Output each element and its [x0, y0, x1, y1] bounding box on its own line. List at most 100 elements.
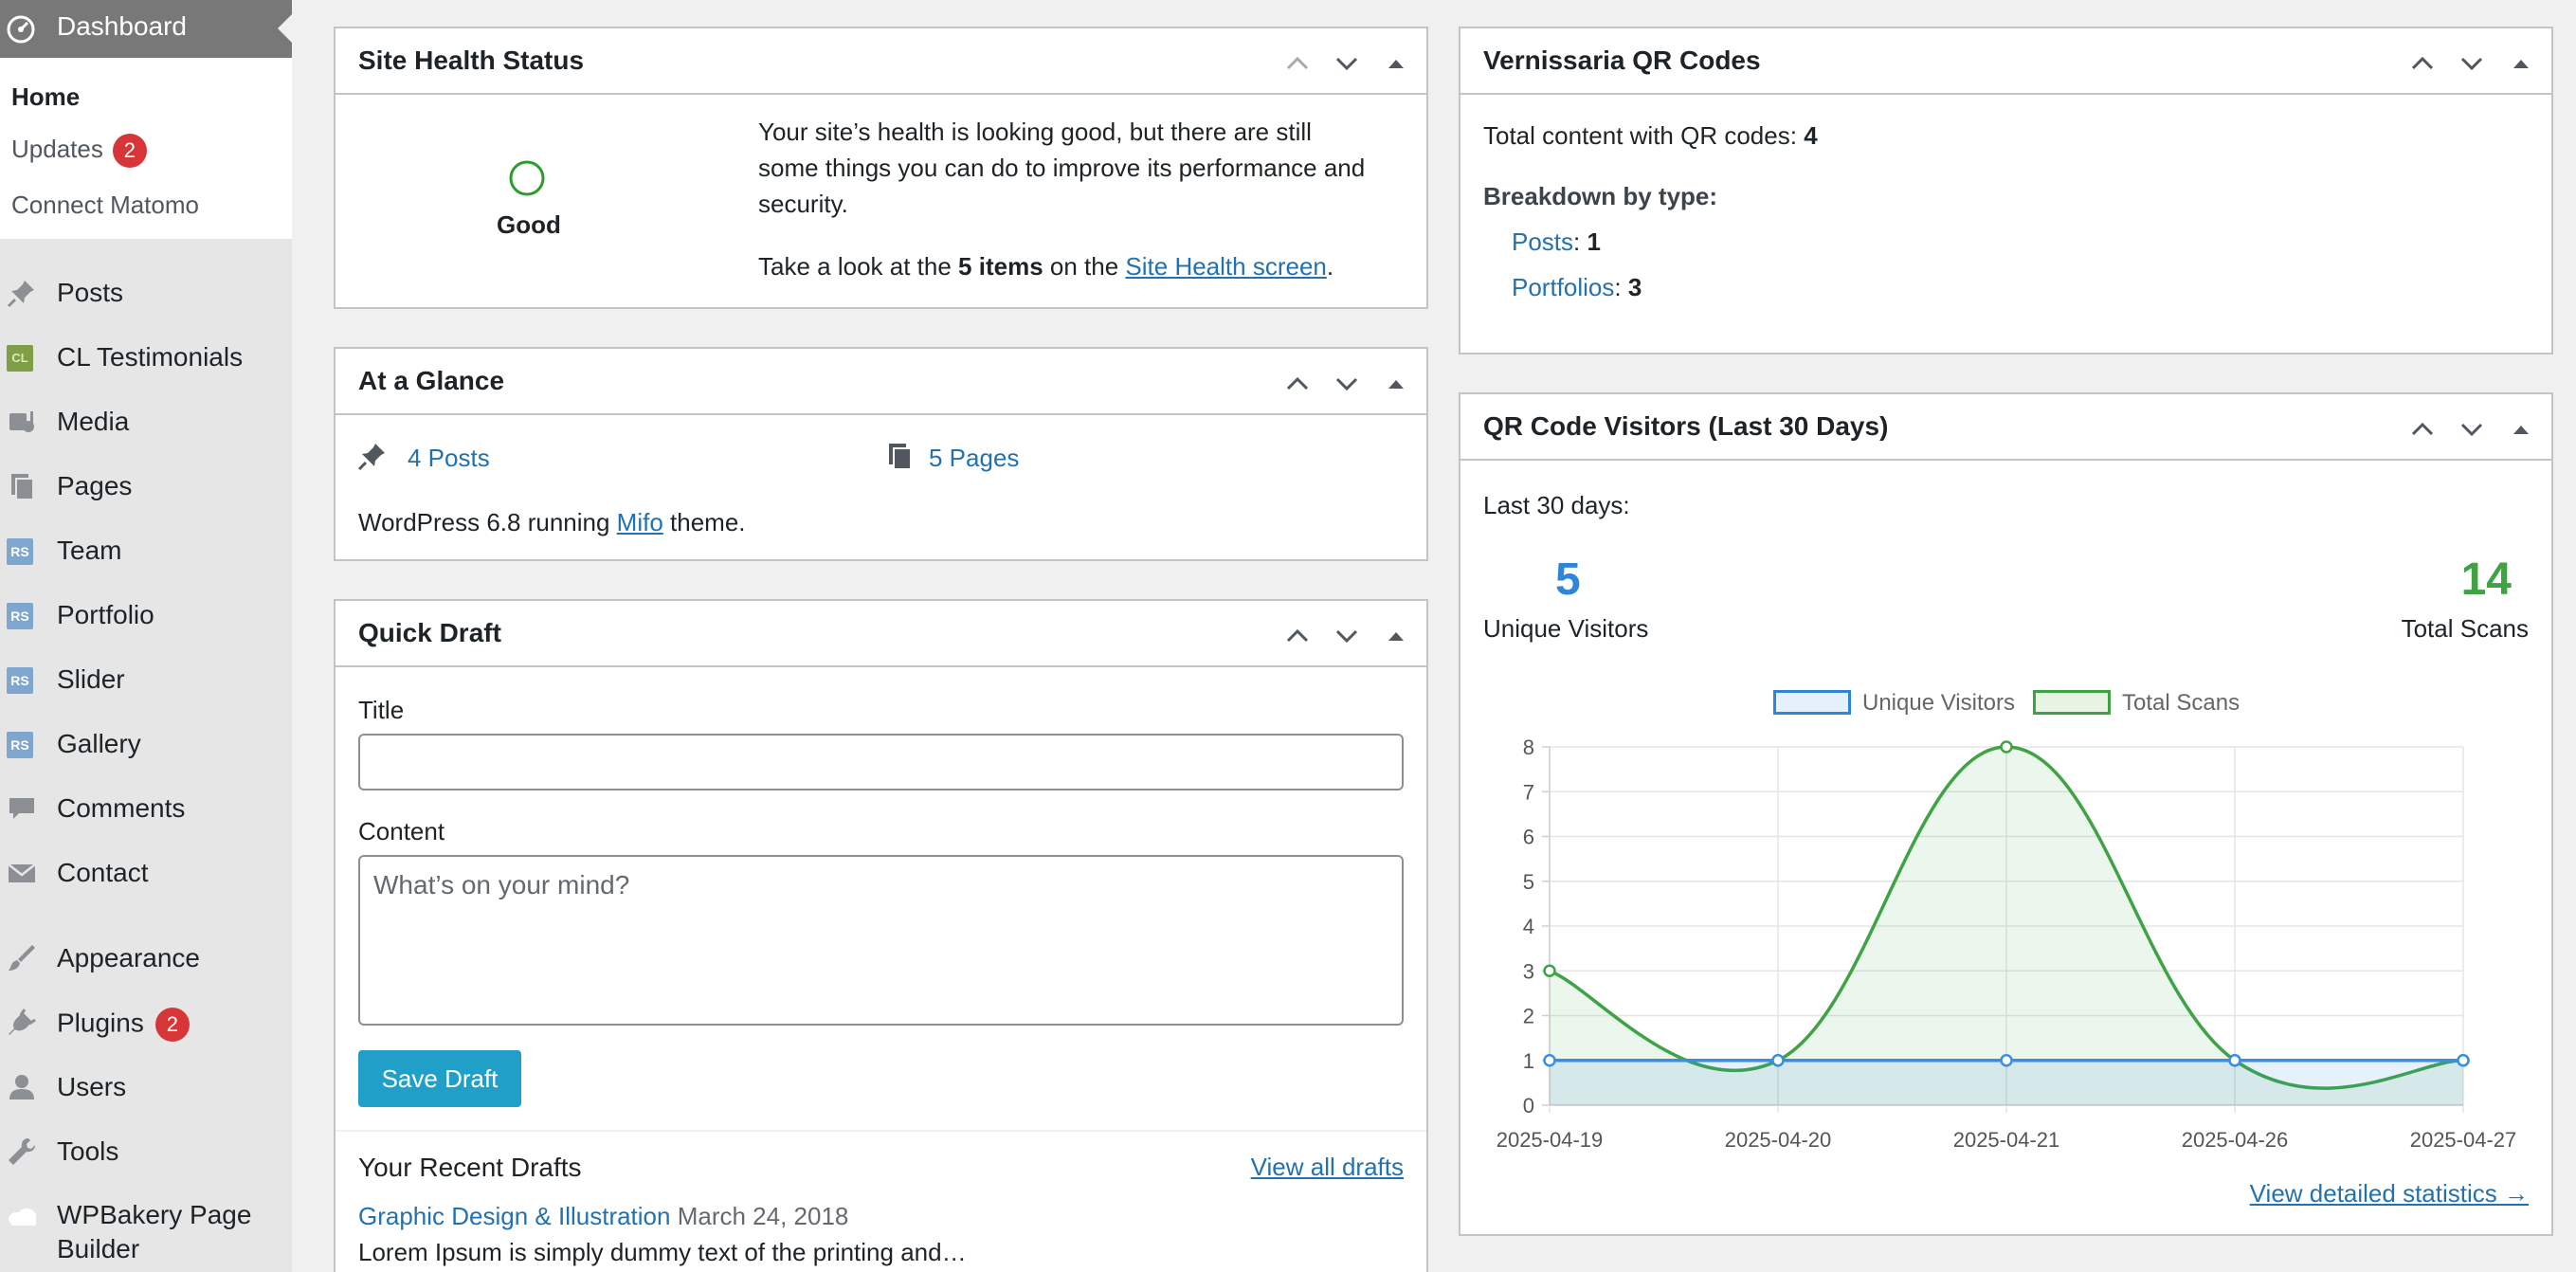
sidebar-item-pages[interactable]: Pages: [0, 461, 292, 512]
toggle-panel-icon[interactable]: [2506, 415, 2536, 444]
panel-title: QR Code Visitors (Last 30 Days): [1483, 411, 1889, 441]
wrench-icon: [9, 1138, 35, 1165]
sidebar-item-team[interactable]: RS Team: [0, 525, 292, 576]
series-area-unique-visitors: [1550, 1060, 2463, 1105]
mail-icon: [8, 863, 36, 882]
move-up-icon[interactable]: [2407, 49, 2438, 78]
move-up-icon[interactable]: [1282, 622, 1313, 650]
data-point: [1543, 964, 1556, 977]
take-look-prefix: Take a look at the: [758, 252, 952, 281]
sidebar-item-posts[interactable]: Posts: [0, 267, 292, 318]
sidebar-item-label: Plugins 2: [57, 1008, 190, 1042]
wpbakery-label-line1: WPBakery Page: [57, 1200, 252, 1229]
sidebar-item-cl-testimonials[interactable]: CL CL Testimonials: [0, 332, 292, 383]
legend-swatch-unique: [1773, 690, 1851, 715]
sidebar-item-comments[interactable]: Comments: [0, 783, 292, 834]
sidebar-item-dashboard[interactable]: Dashboard: [0, 0, 292, 58]
data-point: [1771, 1054, 1785, 1067]
plugins-count-badge: 2: [154, 1008, 190, 1042]
draft-excerpt: Lorem Ipsum is simply dummy text of the …: [358, 1238, 967, 1266]
pages-count-link[interactable]: 5 Pages: [929, 444, 1019, 473]
save-draft-button[interactable]: Save Draft: [358, 1050, 521, 1107]
submenu-item-home[interactable]: Home: [11, 82, 80, 112]
comment-icon: [9, 798, 34, 819]
sidebar-item-portfolio[interactable]: RS Portfolio: [0, 590, 292, 641]
move-down-icon[interactable]: [1332, 622, 1362, 650]
rs-icon: RS: [7, 732, 33, 758]
rs-icon: RS: [7, 603, 33, 629]
qr-total-value: 4: [1804, 121, 1818, 150]
y-tick-label: 8: [1523, 736, 1534, 759]
submenu-item-updates[interactable]: Updates 2: [11, 134, 147, 168]
rs-icon: RS: [7, 667, 33, 694]
move-up-icon[interactable]: [1282, 370, 1313, 398]
x-tick-label: 2025-04-27: [2410, 1128, 2517, 1152]
sidebar-item-label: Gallery: [57, 729, 141, 758]
toggle-panel-icon[interactable]: [1381, 622, 1411, 650]
y-tick-label: 6: [1523, 826, 1534, 849]
unique-visitors-label: Unique Visitors: [1483, 614, 1649, 643]
current-menu-arrow: [278, 14, 292, 43]
sidebar-item-gallery[interactable]: RS Gallery: [0, 718, 292, 770]
toggle-panel-icon[interactable]: [1381, 49, 1411, 78]
sidebar-item-slider[interactable]: RS Slider: [0, 654, 292, 705]
content-placeholder: What’s on your mind?: [373, 870, 630, 899]
move-down-icon[interactable]: [1332, 370, 1362, 398]
draft-title-link[interactable]: Graphic Design & Illustration: [358, 1202, 670, 1230]
toggle-panel-icon[interactable]: [2506, 49, 2536, 78]
updates-count-badge: 2: [112, 134, 147, 168]
colon: :: [1614, 273, 1622, 301]
colon: :: [1573, 227, 1581, 256]
toggle-panel-icon[interactable]: [1381, 370, 1411, 398]
view-detailed-statistics-link[interactable]: View detailed statistics →: [2250, 1179, 2529, 1208]
wp-version-suffix: theme.: [670, 508, 746, 536]
submenu-item-connect-matomo[interactable]: Connect Matomo: [11, 191, 199, 220]
sidebar-item-label: Tools: [57, 1136, 119, 1166]
draft-content-textarea[interactable]: What’s on your mind?: [358, 855, 1404, 1026]
health-status-label: Good: [497, 210, 561, 239]
move-up-icon[interactable]: [1282, 49, 1313, 78]
panel-controls: [1282, 49, 1415, 78]
breakdown-posts-link[interactable]: Posts: [1512, 227, 1573, 256]
total-scans-label: Total Scans: [2401, 614, 2529, 643]
sidebar-item-appearance[interactable]: Appearance: [0, 933, 292, 984]
site-health-screen-link[interactable]: Site Health screen: [1125, 252, 1326, 281]
move-up-icon[interactable]: [2407, 415, 2438, 444]
draft-date: March 24, 2018: [677, 1202, 849, 1230]
sidebar-item-users[interactable]: Users: [0, 1062, 292, 1113]
sidebar-item-label: Posts: [57, 278, 124, 307]
sidebar-item-contact[interactable]: Contact: [0, 847, 292, 899]
sidebar-item-label: Appearance: [57, 943, 201, 972]
user-icon: [9, 1075, 34, 1099]
sidebar-item-media[interactable]: Media: [0, 396, 292, 447]
view-all-drafts-link[interactable]: View all drafts: [1251, 1153, 1404, 1182]
pin-icon: [7, 281, 34, 308]
sidebar-item-plugins[interactable]: Plugins 2: [0, 997, 292, 1048]
theme-link[interactable]: Mifo: [617, 508, 663, 536]
breakdown-posts-value: 1: [1587, 227, 1601, 256]
panel-title: Vernissaria QR Codes: [1483, 45, 1761, 75]
x-tick-label: 2025-04-21: [1953, 1128, 2060, 1152]
panel-controls: [2407, 415, 2540, 444]
sidebar-item-tools[interactable]: Tools: [0, 1126, 292, 1177]
y-tick-label: 3: [1523, 959, 1534, 983]
move-down-icon[interactable]: [2457, 415, 2487, 444]
qr-total-text: Total content with QR codes: 4: [1483, 121, 1818, 151]
move-down-icon[interactable]: [2457, 49, 2487, 78]
data-point: [2457, 1054, 2470, 1067]
health-message-line: security.: [758, 190, 848, 218]
submenu-label: Connect Matomo: [11, 191, 199, 219]
sidebar-item-label: Contact: [57, 858, 149, 887]
draft-title-input[interactable]: [358, 734, 1404, 790]
breakdown-portfolios-link[interactable]: Portfolios: [1512, 273, 1614, 301]
health-message-line: some things you can do to improve its pe…: [758, 154, 1366, 182]
panel-header: QR Code Visitors (Last 30 Days): [1460, 394, 2551, 461]
sidebar-item-label: Slider: [57, 664, 125, 694]
recent-drafts-heading: Your Recent Drafts: [358, 1153, 582, 1182]
legend-label-unique: Unique Visitors: [1862, 690, 2015, 716]
on-the-text: on the: [1049, 252, 1119, 281]
move-down-icon[interactable]: [1332, 49, 1362, 78]
posts-count-link[interactable]: 4 Posts: [408, 444, 490, 473]
breakdown-portfolios-value: 3: [1627, 273, 1642, 301]
sidebar-item-wpbakery[interactable]: WPBakery Page Builder: [0, 1190, 292, 1266]
